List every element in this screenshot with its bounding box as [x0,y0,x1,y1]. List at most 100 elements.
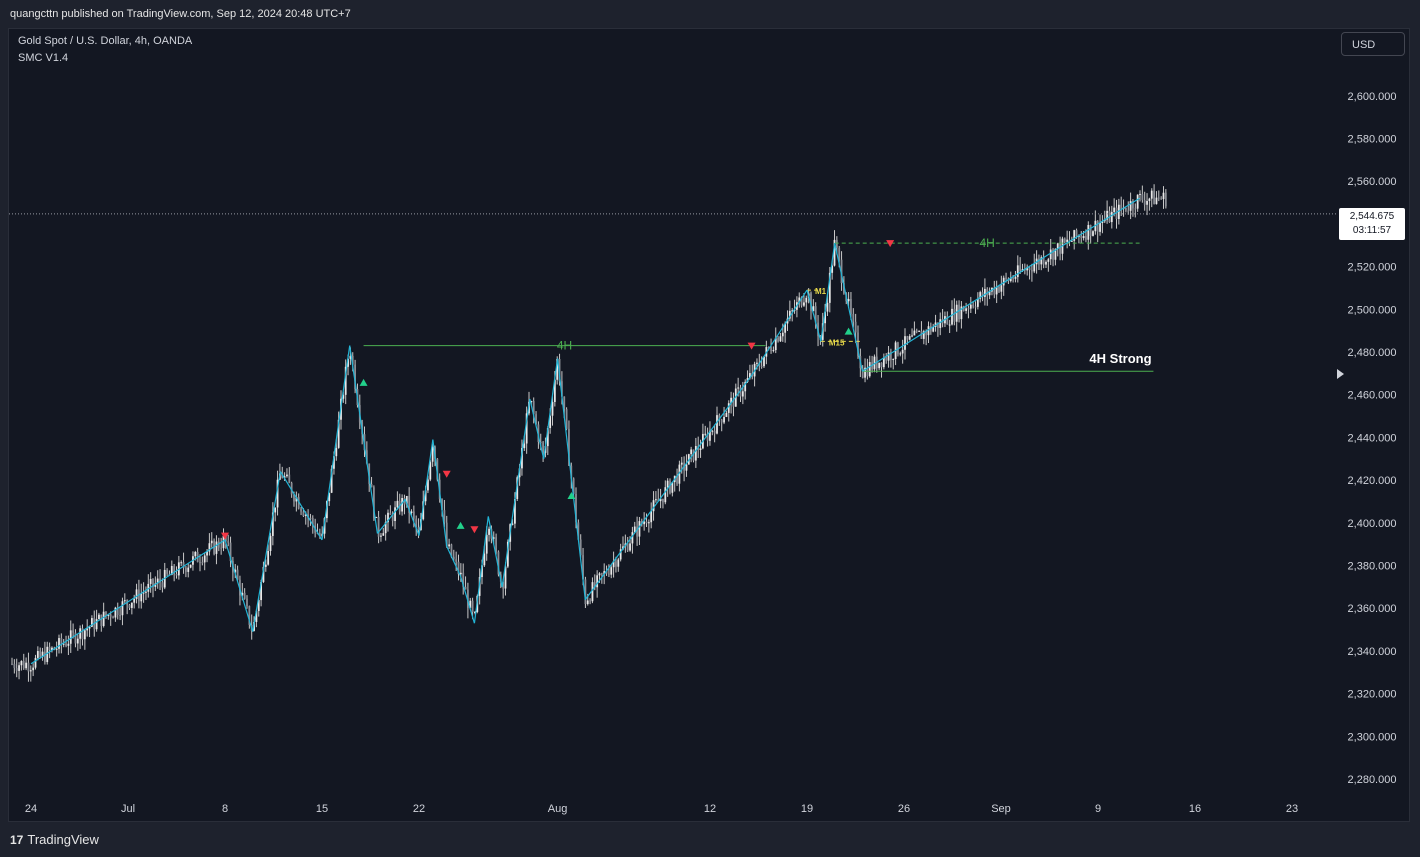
y-tick-label: 2,460.000 [1348,390,1397,402]
candle-body [44,651,46,663]
candle-body [770,347,772,351]
candle-body [951,308,953,325]
candle-body [911,335,913,337]
candle-body [939,319,942,328]
candle-body [1031,270,1033,272]
candle-body [1146,200,1148,205]
zigzag-segment [556,358,586,600]
x-tick-label: 23 [1286,803,1298,815]
candle-body [598,573,601,576]
y-tick-label: 2,400.000 [1348,518,1397,530]
candle-body [850,299,852,314]
candle-body [396,500,399,508]
levels-layer: 4H 4H 4H Strong M15 M1 [9,213,1336,372]
candle-body [55,648,58,650]
candle-body [1028,267,1031,271]
candle-body [25,662,27,669]
zigzag-segment [30,539,226,665]
level-label: M15 [829,338,845,347]
candle-body [130,602,133,608]
candle-body [1066,239,1069,242]
candle-body [647,522,650,524]
candle-body [220,547,223,549]
candle-body [1063,238,1066,242]
candle-body [121,601,124,616]
candle-body [288,474,291,484]
candle-body [72,630,74,633]
candle-body [128,604,131,608]
candle-body [694,445,697,461]
candle-body [662,498,664,503]
candle-body [412,511,415,519]
level-label: M1 [815,287,827,296]
candle-body [112,617,114,619]
y-tick-label: 2,480.000 [1348,347,1397,359]
candles-layer [11,184,1167,682]
candle-body [803,302,805,306]
candle-body [394,507,396,521]
candle-body [892,358,895,360]
bullish-marker [456,521,465,529]
bottom-bar [0,823,1420,857]
zigzag-segment [224,539,254,632]
scroll-to-realtime-arrow-icon[interactable] [1337,369,1344,379]
candle-body [133,598,136,603]
candle-body [29,670,32,672]
candle-body [976,298,979,307]
y-tick-label: 2,380.000 [1348,561,1397,573]
level-label: 4H [979,236,994,250]
markers-layer [221,240,895,540]
candle-body [69,630,72,644]
y-tick-label: 2,520.000 [1348,262,1397,274]
candle-body [965,308,967,311]
candle-body [756,362,758,364]
zigzag-segment [501,398,531,587]
candle-body [1033,264,1036,272]
candle-body [194,552,197,557]
candle-body [880,362,883,368]
bullish-marker [844,327,853,335]
candle-body [65,643,67,646]
zigzag-segment [418,439,434,536]
candle-body [885,357,888,361]
candle-body [1110,211,1113,223]
candle-body [781,332,784,337]
bar-countdown: 03:11:57 [1352,225,1392,236]
candle-body [1150,190,1153,199]
candle-body [725,412,728,417]
tradingview-logo[interactable]: 17 TradingView [10,832,99,847]
candle-body [1134,208,1137,210]
candle-body [246,598,248,607]
price-chart[interactable]: 4H 4H 4H Strong M15 M1 2,280.000 2,300.000 2,3… [0,0,1420,857]
candle-body [967,308,970,310]
currency-button[interactable]: USD [1341,32,1405,56]
candle-body [699,448,702,450]
candle-body [119,615,121,617]
x-tick-label: 12 [704,803,716,815]
candle-body [302,511,305,516]
candle-body [58,638,60,649]
candle-body [972,304,975,307]
candle-body [652,500,655,512]
candle-body [878,362,881,369]
candle-body [180,562,183,564]
indicator-legend[interactable]: SMC V1.4 [18,52,68,64]
candle-body [185,567,187,572]
candle-body [1080,235,1083,239]
candle-body [18,665,20,671]
candle-body [615,561,617,567]
candle-body [1148,198,1151,201]
candle-body [389,512,392,515]
candle-body [459,572,462,575]
symbol-legend[interactable]: Gold Spot / U.S. Dollar, 4h, OANDA [18,35,192,47]
candle-body [300,508,302,512]
candle-body [227,541,230,543]
candle-body [723,416,725,423]
candle-body [882,357,885,368]
candle-body [1141,193,1144,201]
zigzag-segment [349,345,379,534]
y-tick-label: 2,560.000 [1348,176,1397,188]
candle-body [11,663,13,665]
y-tick-label: 2,600.000 [1348,91,1397,103]
candle-body [901,349,904,354]
